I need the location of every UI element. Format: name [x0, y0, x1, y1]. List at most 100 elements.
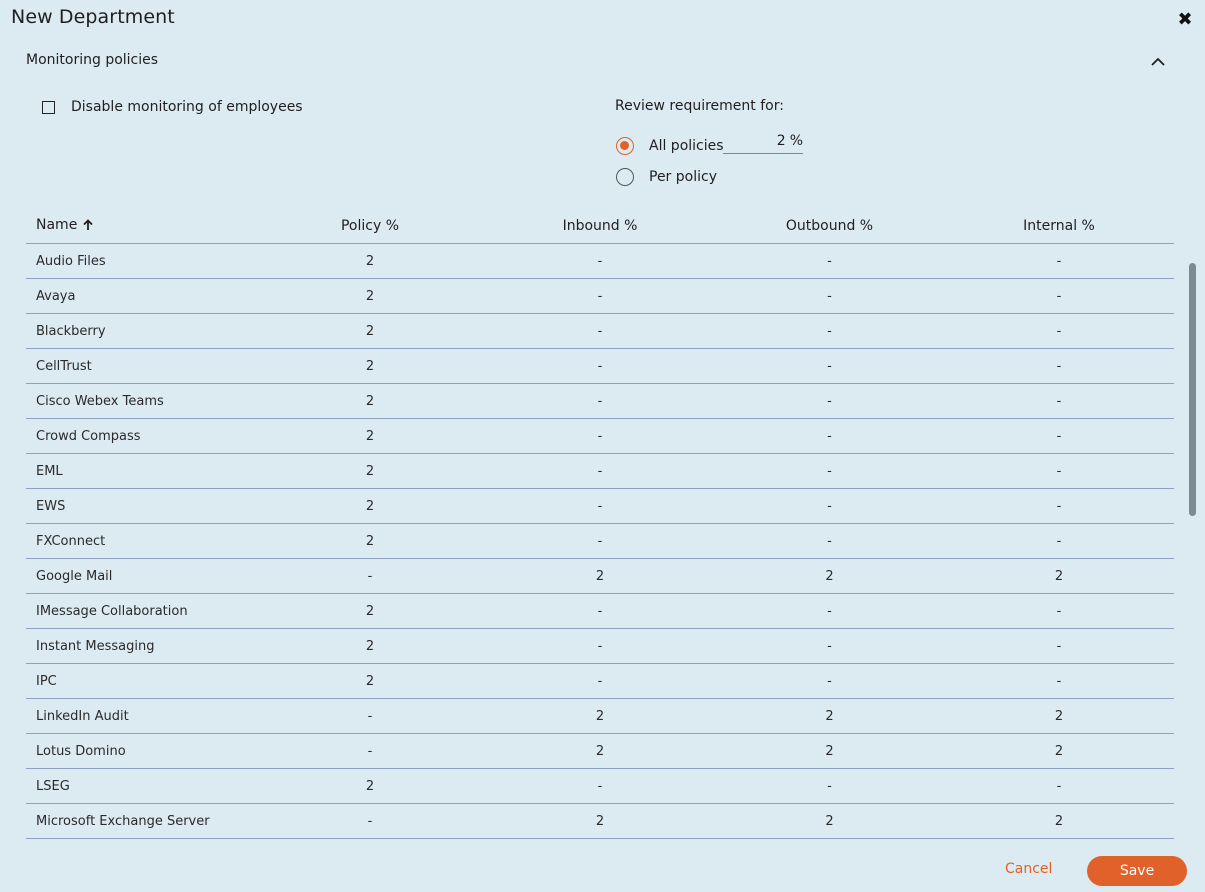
table-row[interactable]: Instant Messaging 2- - -: [26, 628, 1174, 664]
cell-outbound: 2: [715, 733, 944, 769]
cell-policy: -: [255, 803, 485, 839]
percent-input[interactable]: [725, 132, 790, 149]
table-row[interactable]: EWS 2- - -: [26, 488, 1174, 524]
cell-inbound: 2: [485, 733, 715, 769]
cell-inbound: -: [485, 383, 715, 419]
table-row[interactable]: Crowd Compass 2- - -: [26, 418, 1174, 454]
cell-inbound: -: [485, 348, 715, 384]
cell-inbound: -: [485, 593, 715, 629]
cell-outbound: -: [715, 768, 944, 804]
cell-policy: 2: [255, 383, 485, 419]
cell-policy: 2: [255, 453, 485, 489]
percent-input-field[interactable]: %: [723, 128, 803, 154]
all-policies-label: All policies: [649, 138, 724, 154]
table-row[interactable]: CellTrust 2- - -: [26, 348, 1174, 384]
cell-internal: -: [944, 383, 1174, 419]
cell-policy: 2: [255, 348, 485, 384]
cell-internal: 2: [944, 733, 1174, 769]
policies-table: Name Policy % Inbound % Outbound % Inter…: [26, 209, 1174, 839]
column-header-outbound[interactable]: Outbound %: [715, 209, 944, 244]
column-header-policy[interactable]: Policy %: [255, 209, 485, 244]
chevron-up-icon: [1151, 57, 1165, 66]
cell-inbound: -: [485, 663, 715, 699]
disable-monitoring-checkbox[interactable]: [42, 100, 55, 114]
cell-policy: 2: [255, 628, 485, 664]
cell-internal: 2: [944, 803, 1174, 839]
column-header-internal[interactable]: Internal %: [944, 209, 1174, 244]
cell-name: LinkedIn Audit: [26, 698, 255, 734]
cell-outbound: -: [715, 243, 944, 279]
cell-name: Cisco Webex Teams: [26, 383, 255, 419]
cell-name: IPC: [26, 663, 255, 699]
cell-policy: -: [255, 558, 485, 594]
table-header-row: Name Policy % Inbound % Outbound % Inter…: [26, 209, 1174, 244]
table-row[interactable]: Lotus Domino -2 2 2: [26, 733, 1174, 769]
cell-internal: -: [944, 313, 1174, 349]
disable-monitoring-label: Disable monitoring of employees: [71, 99, 303, 115]
cell-outbound: -: [715, 383, 944, 419]
cell-internal: -: [944, 488, 1174, 524]
cell-outbound: 2: [715, 558, 944, 594]
close-button[interactable]: ✖: [1174, 8, 1196, 30]
table-row[interactable]: LinkedIn Audit -2 2 2: [26, 698, 1174, 734]
cell-name: Audio Files: [26, 243, 255, 279]
table-row[interactable]: Avaya 2- - -: [26, 278, 1174, 314]
column-header-name[interactable]: Name: [26, 209, 255, 244]
cell-outbound: -: [715, 593, 944, 629]
column-header-inbound[interactable]: Inbound %: [485, 209, 715, 244]
cell-outbound: -: [715, 348, 944, 384]
table-row[interactable]: Blackberry 2- - -: [26, 313, 1174, 349]
per-policy-label: Per policy: [649, 169, 717, 185]
column-header-name-label: Name: [36, 217, 78, 233]
cell-policy: 2: [255, 488, 485, 524]
table-row[interactable]: Cisco Webex Teams 2- - -: [26, 383, 1174, 419]
cell-inbound: -: [485, 768, 715, 804]
table-row[interactable]: Audio Files 2- - -: [26, 243, 1174, 279]
cell-policy: 2: [255, 593, 485, 629]
per-policy-radio-row[interactable]: Per policy: [616, 168, 717, 186]
cell-policy: 2: [255, 243, 485, 279]
cell-inbound: -: [485, 278, 715, 314]
scrollbar-thumb[interactable]: [1189, 263, 1196, 516]
table-row[interactable]: IMessage Collaboration 2- - -: [26, 593, 1174, 629]
cell-policy: 2: [255, 768, 485, 804]
cell-outbound: -: [715, 488, 944, 524]
cell-inbound: -: [485, 523, 715, 559]
cell-inbound: 2: [485, 558, 715, 594]
cell-internal: -: [944, 768, 1174, 804]
disable-monitoring-checkbox-row[interactable]: Disable monitoring of employees: [42, 99, 303, 115]
table-row[interactable]: EML 2- - -: [26, 453, 1174, 489]
save-button[interactable]: Save: [1087, 856, 1187, 886]
table-row[interactable]: IPC 2- - -: [26, 663, 1174, 699]
cell-outbound: -: [715, 313, 944, 349]
cell-policy: 2: [255, 278, 485, 314]
per-policy-radio[interactable]: [616, 168, 634, 186]
cancel-button[interactable]: Cancel: [1005, 861, 1052, 877]
all-policies-radio-row[interactable]: All policies: [616, 137, 724, 155]
cell-internal: 2: [944, 698, 1174, 734]
cell-inbound: -: [485, 418, 715, 454]
cell-internal: -: [944, 523, 1174, 559]
cell-internal: -: [944, 453, 1174, 489]
cell-name: Crowd Compass: [26, 418, 255, 454]
cell-inbound: -: [485, 243, 715, 279]
cell-policy: 2: [255, 313, 485, 349]
cell-name: FXConnect: [26, 523, 255, 559]
cell-outbound: -: [715, 628, 944, 664]
table-row[interactable]: Google Mail -2 2 2: [26, 558, 1174, 594]
table-row[interactable]: FXConnect 2- - -: [26, 523, 1174, 559]
cell-name: Microsoft Exchange Server: [26, 803, 255, 839]
percent-suffix: %: [789, 132, 803, 149]
cell-internal: -: [944, 628, 1174, 664]
cell-policy: -: [255, 698, 485, 734]
all-policies-radio[interactable]: [616, 137, 634, 155]
cell-policy: 2: [255, 663, 485, 699]
collapse-section-button[interactable]: [1147, 50, 1169, 72]
cell-outbound: -: [715, 523, 944, 559]
cell-inbound: 2: [485, 803, 715, 839]
section-title: Monitoring policies: [26, 52, 159, 68]
cell-internal: -: [944, 663, 1174, 699]
table-row[interactable]: LSEG 2- - -: [26, 768, 1174, 804]
arrow-up-icon: [83, 219, 93, 235]
table-row[interactable]: Microsoft Exchange Server -2 2 2: [26, 803, 1174, 839]
